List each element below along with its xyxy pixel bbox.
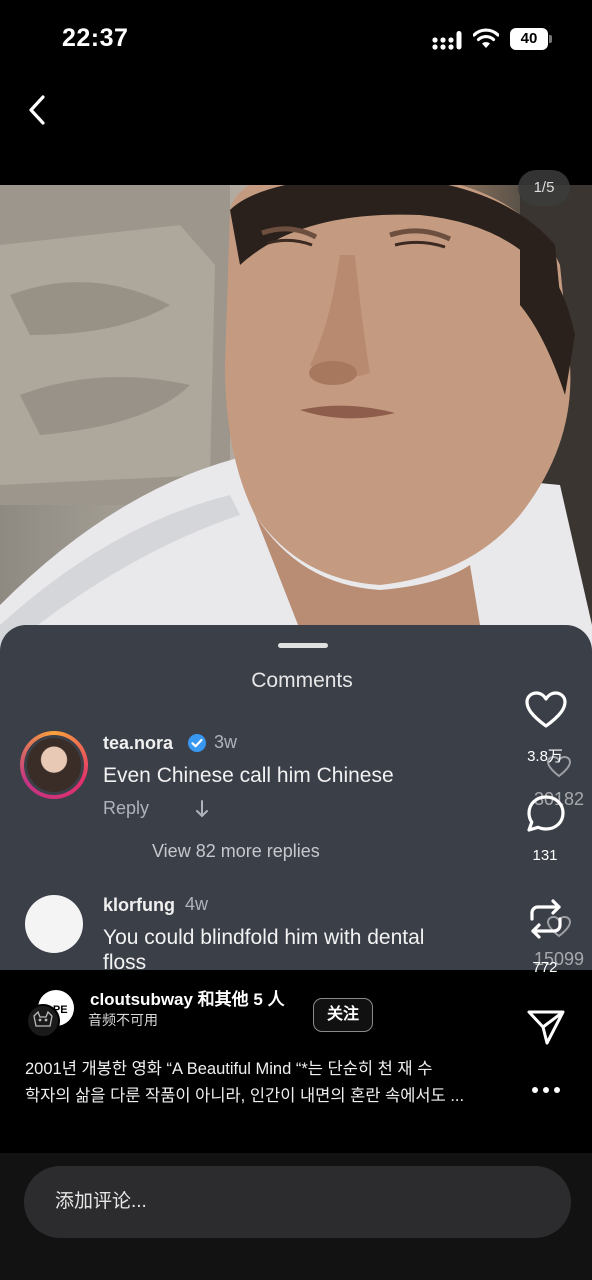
- audio-unavailable-label: 音频不可用: [88, 1012, 158, 1028]
- send-icon: [527, 1010, 565, 1045]
- battery-level: 40: [510, 28, 548, 50]
- embedded-comments-panel: Comments tea.nora 3w Even Chinese call h…: [0, 625, 592, 970]
- repost-icon: [530, 899, 562, 939]
- like-count: 3.8万: [527, 748, 563, 765]
- page-indicator: 1/5: [518, 170, 570, 206]
- comment-text-line2: floss: [103, 951, 147, 970]
- comment-count: 131: [532, 847, 558, 864]
- more-dots-icon: [532, 1087, 560, 1093]
- view-more-replies: View 82 more replies: [152, 841, 320, 861]
- cellular-signal-icon: [432, 31, 462, 50]
- heart-icon: [525, 691, 567, 728]
- comment-username: tea.nora: [103, 733, 174, 753]
- follow-button[interactable]: 关注: [313, 998, 373, 1032]
- status-time: 22:37: [62, 24, 129, 52]
- comments-title: Comments: [251, 669, 353, 692]
- comment-bubble-icon: [527, 795, 565, 832]
- author-name[interactable]: cloutsubway 和其他 5 人: [90, 985, 285, 1010]
- comment-text: You could blindfold him with dental: [103, 926, 425, 949]
- arrow-down-icon: [196, 800, 208, 818]
- comment-time: 4w: [185, 894, 209, 914]
- author-avatar[interactable]: OPE: [26, 988, 78, 1040]
- verified-badge-icon: [188, 734, 206, 752]
- caption-line: 2001년 개봉한 영화 “A Beautiful Mind “*는 단순히 천…: [25, 1060, 433, 1078]
- comment-time: 3w: [214, 732, 238, 752]
- commenter-avatar: [25, 895, 83, 953]
- comment-reply-label: Reply: [103, 798, 150, 818]
- chevron-left-icon: [29, 95, 45, 125]
- battery-icon: 40: [510, 28, 552, 50]
- commenter-avatar: [20, 731, 88, 799]
- comment-username: klorfung: [103, 895, 175, 915]
- comment-text: Even Chinese call him Chinese: [103, 764, 394, 787]
- panel-handle: [278, 643, 328, 648]
- repost-count: 772: [532, 959, 558, 976]
- wifi-icon: [473, 28, 499, 48]
- back-button[interactable]: [22, 90, 52, 130]
- comment-input[interactable]: [24, 1166, 571, 1238]
- post-caption[interactable]: 2001년 개봉한 영화 “A Beautiful Mind “*는 단순히 천…: [25, 1056, 490, 1110]
- caption-line: 학자의 삶을 다룬 작품이 아니라, 인간이 내면의 혼란 속에서도 ...: [25, 1087, 465, 1105]
